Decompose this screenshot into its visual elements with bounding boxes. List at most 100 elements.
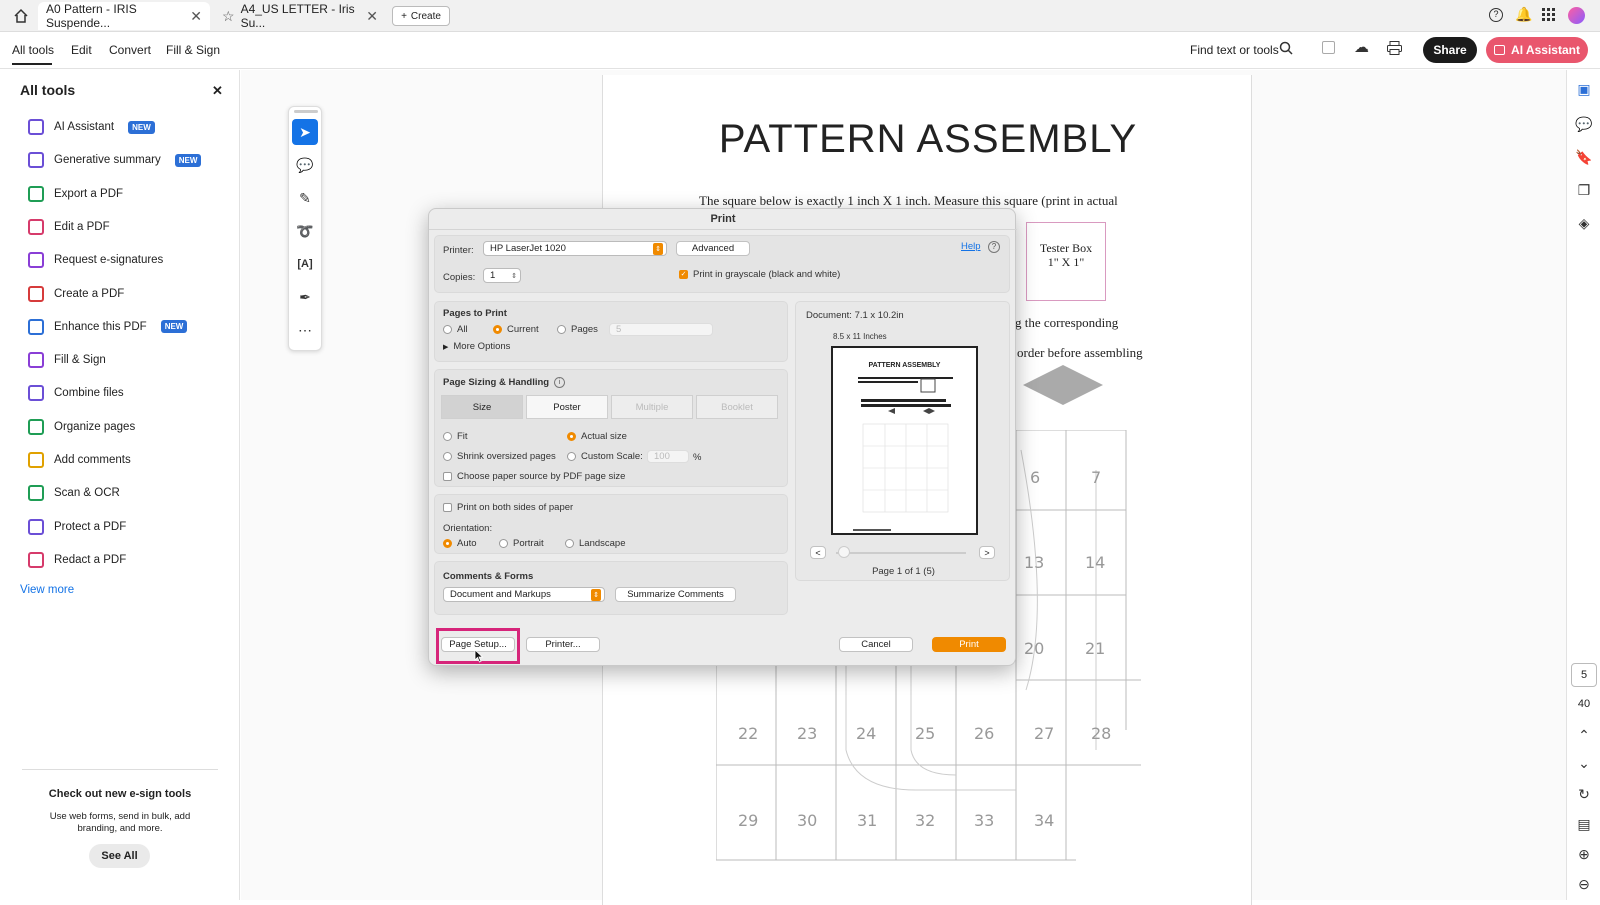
tab-a0-pattern[interactable]: A0 Pattern - IRIS Suspende... ✕ <box>38 2 210 30</box>
sidebar-item-fill-sign[interactable]: Fill & Sign <box>28 350 106 370</box>
more-icon[interactable]: ⋯ <box>292 317 318 343</box>
view-more-link[interactable]: View more <box>20 584 74 596</box>
segment-size[interactable]: Size <box>441 395 523 419</box>
page-slider-thumb[interactable] <box>838 546 850 558</box>
orient-portrait[interactable]: Portrait <box>499 538 544 549</box>
printer-button[interactable]: Printer... <box>526 637 600 652</box>
paper-source-checkbox[interactable] <box>443 472 452 481</box>
cancel-button[interactable]: Cancel <box>839 637 913 652</box>
pages-range-input[interactable]: 5 <box>609 323 713 336</box>
create-tab-button[interactable]: + Create <box>392 6 450 26</box>
more-options-toggle[interactable]: ▶ More Options <box>443 341 510 352</box>
sidebar-item-scan-ocr[interactable]: Scan & OCR <box>28 483 120 503</box>
sidebar-item-create-a-pdf[interactable]: Create a PDF <box>28 284 124 304</box>
search-icon[interactable] <box>1279 41 1293 58</box>
menu-fill-sign[interactable]: Fill & Sign <box>166 43 220 57</box>
bell-icon[interactable]: 🔔 <box>1515 6 1532 23</box>
close-icon[interactable]: ✕ <box>366 8 378 25</box>
menu-convert[interactable]: Convert <box>109 43 151 57</box>
both-sides-checkbox[interactable] <box>443 503 452 512</box>
next-page-button[interactable]: > <box>979 546 995 559</box>
radio-orient-portrait[interactable] <box>499 539 508 548</box>
option-actual-size[interactable]: Actual size <box>567 431 627 442</box>
sidebar-item-protect-a-pdf[interactable]: Protect a PDF <box>28 517 126 537</box>
prev-page-button[interactable]: < <box>810 546 826 559</box>
zoom-in-icon[interactable]: ⊕ <box>1575 845 1593 863</box>
highlight-pen-icon[interactable]: ✎ <box>292 185 318 211</box>
radio-actual-size[interactable] <box>567 432 576 441</box>
layers-icon[interactable]: ◈ <box>1575 214 1593 232</box>
advanced-button[interactable]: Advanced <box>676 241 750 256</box>
comments-select[interactable]: Document and Markups ⇕ <box>443 587 605 602</box>
radio-shrink[interactable] <box>443 452 452 461</box>
grayscale-option[interactable]: ✓ Print in grayscale (black and white) <box>679 269 840 280</box>
apps-grid-icon[interactable] <box>1542 8 1556 22</box>
radio-pages[interactable] <box>557 325 566 334</box>
menu-all-tools[interactable]: All tools <box>12 43 54 57</box>
star-icon[interactable]: ☆ <box>222 8 235 25</box>
help-icon[interactable]: ? <box>1489 8 1503 22</box>
radio-fit[interactable] <box>443 432 452 441</box>
sidebar-item-organize-pages[interactable]: Organize pages <box>28 417 135 437</box>
comments-icon[interactable]: 💬 <box>1575 115 1593 133</box>
select-cursor-icon[interactable]: ➤ <box>292 119 318 145</box>
sign-pen-icon[interactable]: ✒ <box>292 284 318 310</box>
sidebar-item-edit-a-pdf[interactable]: Edit a PDF <box>28 217 110 237</box>
segment-multiple[interactable]: Multiple <box>611 395 693 419</box>
stepper-arrows-icon[interactable]: ⇕ <box>511 272 517 280</box>
option-shrink[interactable]: Shrink oversized pages <box>443 451 556 462</box>
summarize-comments-button[interactable]: Summarize Comments <box>615 587 736 602</box>
segment-poster[interactable]: Poster <box>526 395 608 419</box>
sidebar-item-combine-files[interactable]: Combine files <box>28 383 124 403</box>
sidebar-item-request-e-signatures[interactable]: Request e-signatures <box>28 250 163 270</box>
ai-assistant-button[interactable]: AI Assistant <box>1486 37 1588 63</box>
text-box-icon[interactable]: [A] <box>292 251 318 277</box>
save-icon[interactable] <box>1322 41 1335 54</box>
close-icon[interactable]: ✕ <box>212 83 223 99</box>
printer-icon[interactable] <box>1387 41 1402 58</box>
option-current[interactable]: Current <box>493 324 539 335</box>
menu-edit[interactable]: Edit <box>71 43 92 57</box>
cloud-upload-icon[interactable]: ☁ <box>1354 38 1369 56</box>
ai-assistant-icon[interactable]: ▣ <box>1575 80 1593 98</box>
chevron-up-icon[interactable]: ⌃ <box>1575 726 1593 744</box>
orient-auto[interactable]: Auto <box>443 538 477 549</box>
pages-icon[interactable]: ❐ <box>1575 181 1593 199</box>
option-pages[interactable]: Pages <box>557 324 598 335</box>
info-icon[interactable]: i <box>554 377 566 388</box>
chevron-down-icon[interactable]: ⌄ <box>1575 754 1593 772</box>
find-label[interactable]: Find text or tools <box>1190 43 1279 57</box>
sidebar-item-enhance-this-pdf[interactable]: Enhance this PDF NEW <box>28 317 188 337</box>
help-link[interactable]: Help <box>961 241 981 252</box>
option-fit[interactable]: Fit <box>443 431 468 442</box>
sidebar-item-ai-assistant[interactable]: AI Assistant NEW <box>28 117 155 137</box>
radio-orient-landscape[interactable] <box>565 539 574 548</box>
option-custom-scale[interactable]: Custom Scale: <box>567 451 643 462</box>
bookmark-icon[interactable]: 🔖 <box>1575 148 1593 166</box>
help-icon[interactable]: ? <box>988 241 1000 253</box>
copies-stepper[interactable]: 1 ⇕ <box>483 268 521 283</box>
printer-select[interactable]: HP LaserJet 1020 ⇕ <box>483 241 667 256</box>
radio-current[interactable] <box>493 325 502 334</box>
tab-a4-letter[interactable]: ☆ A4_US LETTER - Iris Su... ✕ <box>214 2 386 30</box>
page-fit-icon[interactable]: ▤ <box>1575 815 1593 833</box>
page-number-input[interactable]: 5 <box>1571 663 1597 687</box>
add-comment-icon[interactable]: 💬 <box>292 152 318 178</box>
option-paper-source[interactable]: Choose paper source by PDF page size <box>443 471 625 482</box>
custom-scale-input[interactable]: 100 <box>647 450 689 463</box>
grayscale-checkbox[interactable]: ✓ <box>679 270 688 279</box>
radio-orient-auto[interactable] <box>443 539 452 548</box>
page-slider-track[interactable] <box>836 552 966 554</box>
see-all-button[interactable]: See All <box>89 844 150 868</box>
rotate-icon[interactable]: ↻ <box>1575 785 1593 803</box>
close-icon[interactable]: ✕ <box>190 8 202 25</box>
sidebar-item-add-comments[interactable]: Add comments <box>28 450 131 470</box>
segment-booklet[interactable]: Booklet <box>696 395 778 419</box>
draw-lasso-icon[interactable]: ➰ <box>292 218 318 244</box>
sidebar-item-redact-a-pdf[interactable]: Redact a PDF <box>28 550 126 570</box>
drag-handle[interactable] <box>294 110 318 113</box>
sidebar-item-generative-summary[interactable]: Generative summary NEW <box>28 150 202 170</box>
zoom-out-icon[interactable]: ⊖ <box>1575 875 1593 893</box>
home-icon[interactable] <box>13 8 29 24</box>
radio-custom-scale[interactable] <box>567 452 576 461</box>
